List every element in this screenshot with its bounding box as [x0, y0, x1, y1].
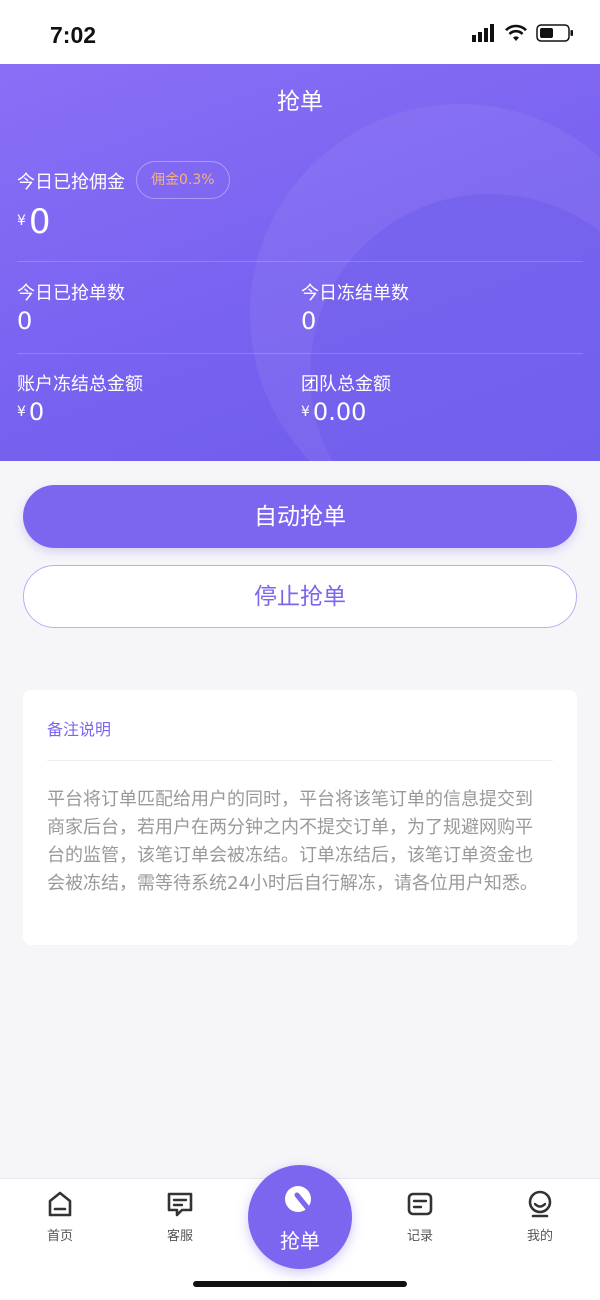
frozen-amount-label: 账户冻结总金额 [17, 374, 143, 395]
frozen-amount-value: ¥0 [17, 398, 44, 426]
commission-value: ¥0 [17, 202, 51, 242]
wifi-icon [505, 24, 527, 41]
grabbed-count-label: 今日已抢单数 [17, 283, 125, 304]
nav-item-service[interactable]: 客服 [140, 1189, 220, 1244]
nav-label: 客服 [166, 1229, 193, 1244]
nav-item-home[interactable]: 首页 [20, 1189, 100, 1244]
stats-header: 抢单 今日已抢佣金 佣金0.3% ¥0 今日已抢单数 0 今日冻结单数 0 账户… [0, 64, 600, 461]
commission-amount: 0 [28, 202, 51, 242]
nav-label: 抢单 [280, 1229, 320, 1253]
frozen-count-label: 今日冻结单数 [301, 283, 409, 304]
stop-grab-button[interactable]: 停止抢单 [23, 565, 577, 628]
nav-label: 我的 [526, 1229, 553, 1244]
nav-item-records[interactable]: 记录 [380, 1189, 460, 1244]
grab-icon [285, 1186, 313, 1214]
currency-symbol: ¥ [17, 404, 26, 420]
nav-item-profile[interactable]: 我的 [500, 1189, 580, 1244]
auto-grab-button[interactable]: 自动抢单 [23, 485, 577, 548]
chat-icon [167, 1192, 193, 1217]
team-amount: 0.00 [312, 398, 367, 426]
home-indicator [193, 1281, 407, 1287]
page-title: 抢单 [277, 89, 323, 115]
battery-icon [536, 24, 573, 42]
nav-label: 首页 [46, 1229, 73, 1244]
profile-icon [528, 1190, 552, 1218]
notes-body: 平台将订单匹配给用户的同时，平台将该笔订单的信息提交到商家后台，若用户在两分钟之… [47, 789, 538, 894]
record-icon [407, 1192, 433, 1216]
team-amount-value: ¥0.00 [301, 398, 366, 426]
home-icon [48, 1191, 72, 1217]
currency-symbol: ¥ [301, 404, 310, 420]
commission-rate-badge: 佣金0.3% [136, 161, 230, 199]
status-bar: 7:02 [0, 0, 600, 64]
nav-label: 记录 [406, 1229, 433, 1244]
header-divider [17, 353, 583, 354]
frozen-count-value: 0 [301, 307, 317, 335]
team-amount-label: 团队总金额 [301, 374, 391, 395]
notes-title: 备注说明 [47, 720, 112, 739]
frozen-amount: 0 [28, 398, 45, 426]
nav-item-grab[interactable]: 抢单 [248, 1165, 352, 1269]
header-divider [17, 261, 583, 262]
notes-card: 备注说明 平台将订单匹配给用户的同时，平台将该笔订单的信息提交到商家后台，若用户… [23, 690, 577, 945]
grabbed-count-value: 0 [17, 307, 33, 335]
currency-symbol: ¥ [17, 213, 26, 229]
status-icons [472, 24, 574, 42]
signal-icon [472, 24, 494, 42]
notes-divider [47, 760, 553, 761]
commission-label: 今日已抢佣金 [17, 172, 125, 193]
status-time: 7:02 [50, 22, 97, 48]
